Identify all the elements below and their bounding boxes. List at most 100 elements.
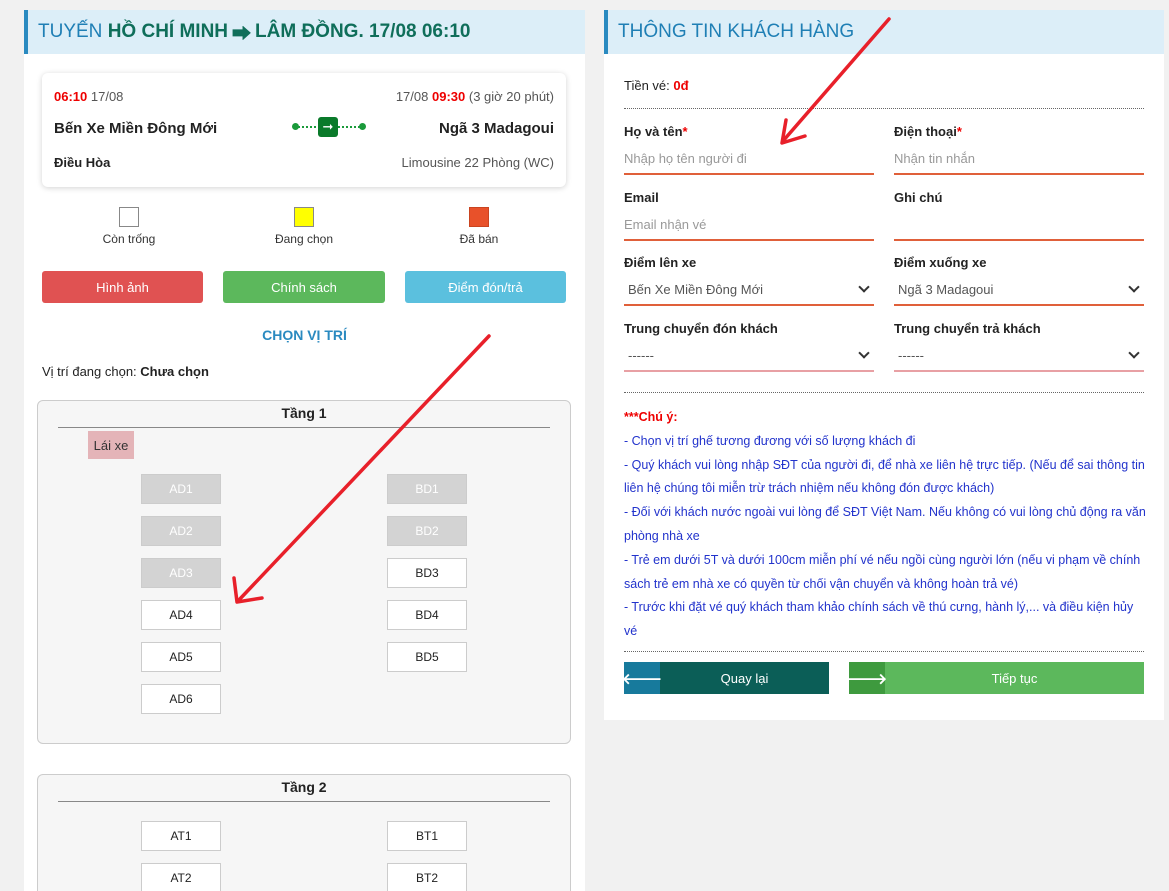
policy-button[interactable]: Chính sách <box>223 271 385 303</box>
customer-info-header: THÔNG TIN KHÁCH HÀNG <box>604 10 1164 54</box>
dropoff-select[interactable]: Ngã 3 Madagoui <box>894 276 1144 306</box>
seat-BD2: BD2 <box>387 516 467 546</box>
depart-time: 06:10 <box>54 89 88 104</box>
floor-2-map: Tầng 2 AT1 AT2 BT1 BT2 <box>37 774 571 891</box>
legend-selecting-label: Đang chọn <box>274 232 334 246</box>
dropoff-label: Điểm xuống xe <box>894 255 987 270</box>
back-button[interactable]: 🡐 Quay lại <box>622 662 829 694</box>
fare-label: Tiền vé: <box>624 78 670 93</box>
fare: Tiền vé: 0đ <box>624 78 689 93</box>
route-from: HỒ CHÍ MINH <box>107 21 229 42</box>
seat-AD4[interactable]: AD4 <box>141 600 221 630</box>
seat-BT1[interactable]: BT1 <box>387 821 467 851</box>
note-label: Ghi chú <box>894 190 943 205</box>
name-input[interactable] <box>624 151 874 175</box>
divider <box>624 392 1144 393</box>
required-mark: * <box>682 124 688 139</box>
seat-AD2: AD2 <box>141 516 221 546</box>
floor-1-title: Tầng 1 <box>58 401 550 428</box>
arrive-date: 17/08 <box>395 89 429 104</box>
note-item: - Chọn vị trí ghế tương đương với số lượ… <box>624 433 916 448</box>
pickup-field-group: Điểm lên xe Bến Xe Miền Đông Mới <box>624 255 874 306</box>
transfer-pickup-select[interactable]: ------ <box>624 342 874 372</box>
customer-info-panel: THÔNG TIN KHÁCH HÀNG Tiền vé: 0đ Họ và t… <box>604 10 1164 720</box>
seat-AD1: AD1 <box>141 474 221 504</box>
chevron-down-icon <box>858 347 870 359</box>
legend-available: Còn trống <box>69 207 189 246</box>
transfer-dropoff-select[interactable]: ------ <box>894 342 1144 372</box>
floor-2-title: Tầng 2 <box>58 775 550 802</box>
transfer-pickup-label: Trung chuyển đón khách <box>624 321 778 336</box>
seat-BD1: BD1 <box>387 474 467 504</box>
dropoff-field-group: Điểm xuống xe Ngã 3 Madagoui <box>894 255 1144 306</box>
email-label: Email <box>624 190 659 205</box>
chevron-down-icon <box>858 281 870 293</box>
required-mark: * <box>956 124 962 139</box>
dropoff-select-value: Ngã 3 Madagoui <box>898 281 994 297</box>
note-item: - Đối với khách nước ngoài vui lòng để S… <box>624 505 1146 543</box>
arrow-left-icon: 🡐 <box>622 662 662 694</box>
email-input[interactable] <box>624 217 874 241</box>
driver-seat: Lái xe <box>88 431 134 459</box>
email-field-group: Email <box>624 190 874 241</box>
continue-button[interactable]: 🡒 Tiếp tục <box>847 662 1144 694</box>
note-field-group: Ghi chú <box>894 190 1144 241</box>
pickup-label: Điểm lên xe <box>624 255 697 270</box>
seat-AD6[interactable]: AD6 <box>141 684 221 714</box>
legend-selecting: Đang chọn <box>244 207 364 246</box>
seat-BD5[interactable]: BD5 <box>387 642 467 672</box>
current-seat-value: Chưa chọn <box>140 364 209 379</box>
legend-sold-swatch <box>469 207 489 227</box>
phone-field-group: Điện thoại* <box>894 124 1144 175</box>
trip-card: 06:10 17/08 17/08 09:30 (3 giờ 20 phút) … <box>42 73 566 187</box>
current-seat: Vị trí đang chọn: Chưa chọn <box>42 364 209 379</box>
transfer-pickup-value: ------ <box>628 347 654 363</box>
legend-sold-label: Đã bán <box>459 232 499 246</box>
trip-duration: (3 giờ 20 phút) <box>468 89 554 104</box>
from-station: Bến Xe Miền Đông Mới <box>54 120 218 137</box>
note-item: - Trẻ em dưới 5T và dưới 100cm miễn phí … <box>624 552 1141 591</box>
chevron-down-icon <box>1128 347 1140 359</box>
name-label: Họ và tên <box>624 124 683 139</box>
seat-BD4[interactable]: BD4 <box>387 600 467 630</box>
notes-block: ***Chú ý: - Chọn vị trí ghế tương đương … <box>624 406 1146 644</box>
phone-input[interactable] <box>894 151 1144 175</box>
trip-feature: Điều Hòa <box>54 155 111 170</box>
images-button[interactable]: Hình ảnh <box>42 271 203 303</box>
name-field-group: Họ và tên* <box>624 124 874 175</box>
floor-1-map: Tầng 1 Lái xe AD1 AD2 AD3 AD4 AD5 AD6 BD… <box>37 400 571 744</box>
seat-BT2[interactable]: BT2 <box>387 863 467 891</box>
note-item: - Quý khách vui lòng nhập SĐT của người … <box>624 457 1145 496</box>
transfer-dropoff-value: ------ <box>898 347 924 363</box>
route-panel: TUYẾN HỒ CHÍ MINH ⮕ LÂM ĐỒNG. 17/08 06:10 … <box>24 10 585 891</box>
arrow-right-icon: 🡒 <box>847 662 887 694</box>
transfer-pickup-field-group: Trung chuyển đón khách ------ <box>624 321 874 372</box>
route-arrow-icon: ⮕ <box>232 23 252 45</box>
note-input[interactable] <box>894 217 1144 241</box>
pickup-select-value: Bến Xe Miền Đông Mới <box>628 281 763 297</box>
legend-sold: Đã bán <box>419 207 539 246</box>
seat-AT2[interactable]: AT2 <box>141 863 221 891</box>
current-seat-label: Vị trí đang chọn: <box>42 364 137 379</box>
route-to: LÂM ĐỒNG <box>255 21 359 42</box>
chevron-down-icon <box>1128 281 1140 293</box>
seat-AD5[interactable]: AD5 <box>141 642 221 672</box>
seat-AD3: AD3 <box>141 558 221 588</box>
depart-date: 17/08 <box>90 89 124 104</box>
pickup-select[interactable]: Bến Xe Miền Đông Mới <box>624 276 874 306</box>
fare-value: 0đ <box>673 78 689 93</box>
legend-available-label: Còn trống <box>102 232 156 246</box>
pickup-dropoff-button[interactable]: Điểm đón/trả <box>405 271 566 303</box>
transfer-dropoff-field-group: Trung chuyển trả khách ------ <box>894 321 1144 372</box>
arrive-time: 09:30 <box>431 89 466 104</box>
legend-available-swatch <box>119 207 139 227</box>
seat-BD3[interactable]: BD3 <box>387 558 467 588</box>
transfer-dropoff-label: Trung chuyển trả khách <box>894 321 1041 336</box>
legend-selecting-swatch <box>294 207 314 227</box>
route-datetime: . 17/08 06:10 <box>358 21 471 42</box>
continue-label: Tiếp tục <box>991 670 1038 686</box>
choose-seat-title: CHỌN VỊ TRÍ <box>262 327 347 343</box>
notes-title: ***Chú ý: <box>624 410 678 424</box>
route-bus-icon: ➞ <box>292 117 366 137</box>
seat-AT1[interactable]: AT1 <box>141 821 221 851</box>
